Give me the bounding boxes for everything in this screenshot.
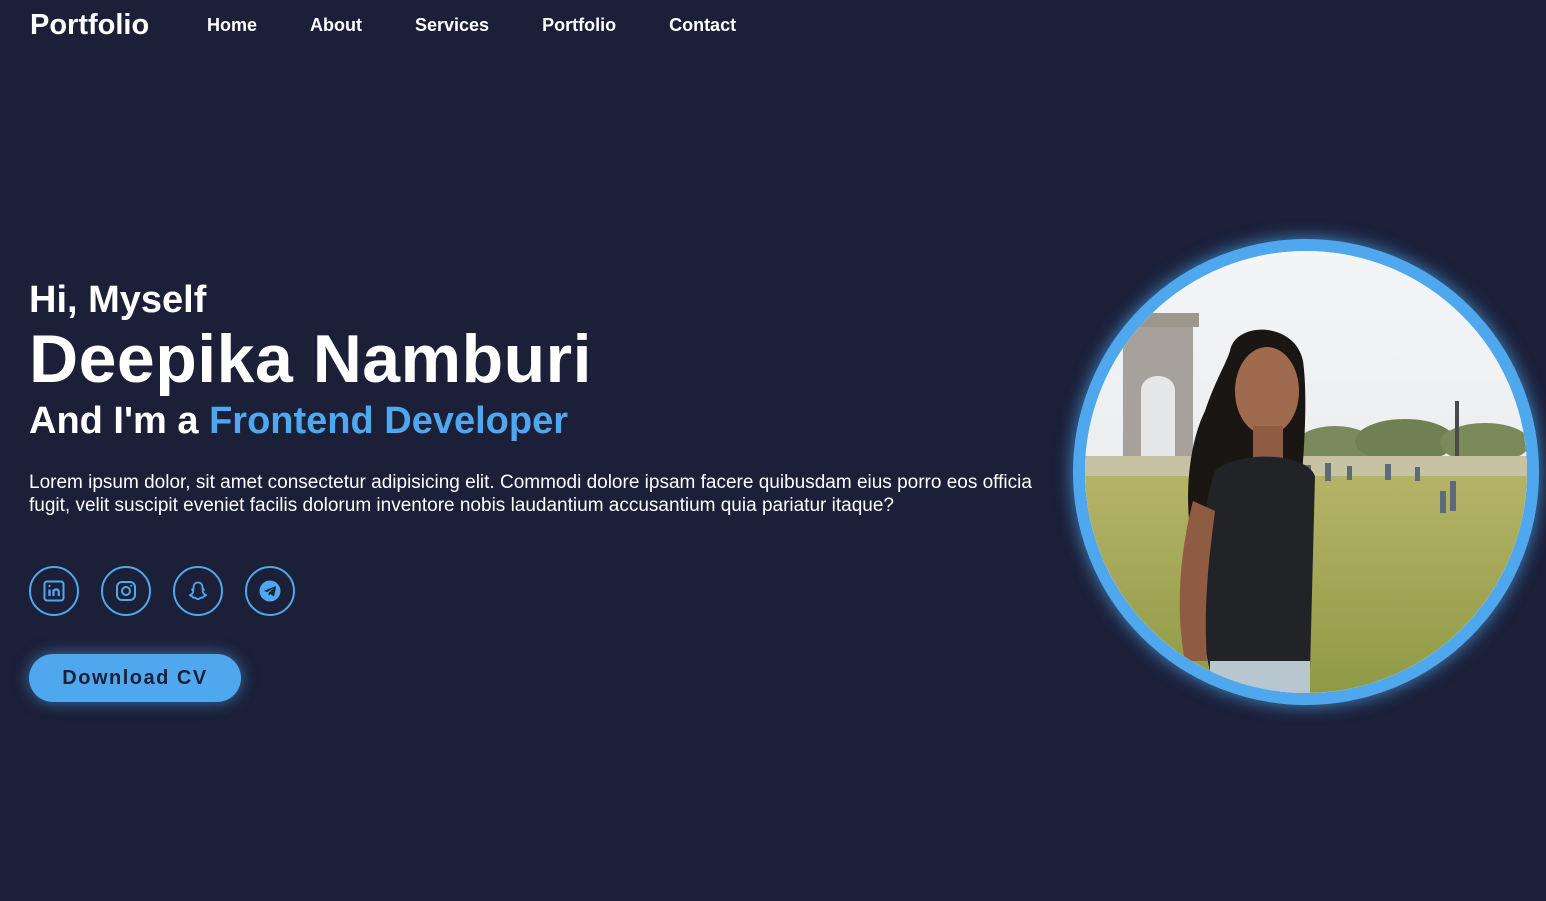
linkedin-icon	[43, 580, 65, 602]
nav-portfolio[interactable]: Portfolio	[542, 14, 616, 36]
instagram-link[interactable]	[101, 566, 151, 616]
profile-photo-illustration	[1085, 251, 1527, 693]
hero-role: And I'm a Frontend Developer	[29, 396, 1039, 446]
nav-contact[interactable]: Contact	[669, 14, 736, 36]
nav-about[interactable]: About	[310, 14, 362, 36]
greeting: Hi, Myself	[29, 279, 207, 321]
telegram-link[interactable]	[245, 566, 295, 616]
download-cv-button[interactable]: Download CV	[29, 654, 241, 702]
role-highlight: Frontend Developer	[209, 400, 569, 442]
main-nav: Home About Services Portfolio Contact	[207, 14, 789, 36]
instagram-icon	[116, 581, 136, 601]
hero-content: Hi, Myself Deepika Namburi And I'm a Fro…	[29, 278, 1039, 536]
hero-description: Lorem ipsum dolor, sit amet consectetur …	[29, 472, 1032, 516]
role-prefix: And I'm a	[29, 400, 210, 442]
nav-home[interactable]: Home	[207, 14, 257, 36]
site-header: Portfolio Home About Services Portfolio …	[0, 0, 1546, 52]
hero-name: Deepika Namburi	[29, 321, 593, 397]
profile-photo	[1073, 239, 1539, 705]
portfolio-page: Portfolio Home About Services Portfolio …	[0, 0, 1546, 901]
social-links	[29, 566, 295, 616]
site-logo[interactable]: Portfolio	[30, 8, 149, 42]
linkedin-link[interactable]	[29, 566, 79, 616]
snapchat-icon	[188, 581, 208, 601]
telegram-icon	[259, 580, 281, 602]
snapchat-link[interactable]	[173, 566, 223, 616]
nav-services[interactable]: Services	[415, 14, 489, 36]
